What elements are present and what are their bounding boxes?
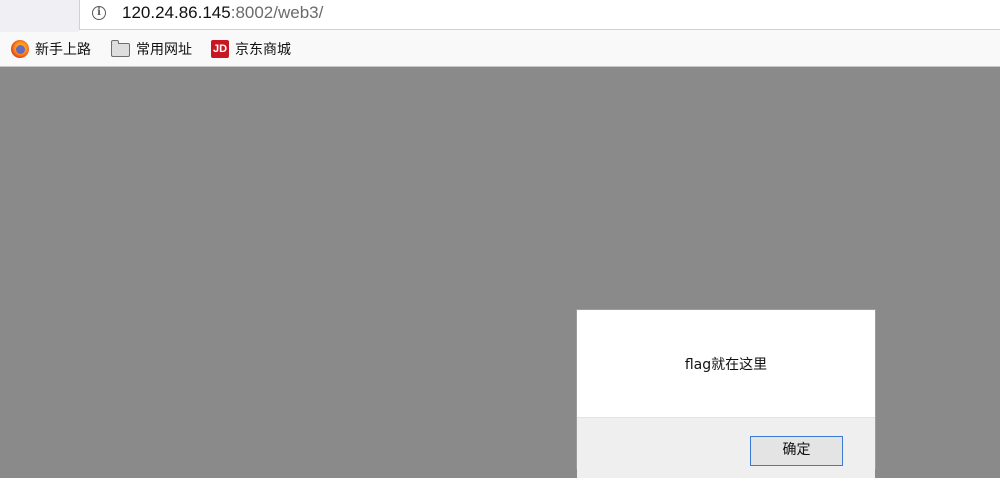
bookmark-common-sites[interactable]: 常用网址 (111, 39, 192, 59)
alert-message: flag就在这里 (684, 357, 768, 373)
url-path: :8002/web3/ (230, 3, 324, 22)
url-host: 120.24.86.145 (122, 3, 231, 22)
folder-icon (111, 40, 130, 57)
bookmark-jd-mall[interactable]: JD 京东商城 (211, 39, 291, 59)
ok-button[interactable]: 确定 (750, 436, 843, 466)
browser-chrome: i 120.24.86.145:8002/web3/ 新手上路 常用网址 JD … (0, 0, 1000, 67)
bookmark-label: 常用网址 (136, 42, 192, 58)
alert-dialog: flag就在这里 确定 (576, 309, 876, 478)
url-text[interactable]: 120.24.86.145:8002/web3/ (122, 3, 323, 23)
jd-icon: JD (211, 40, 229, 58)
bookmarks-toolbar: 新手上路 常用网址 JD 京东商城 (0, 36, 1000, 64)
alert-footer: 确定 (577, 417, 875, 478)
info-icon[interactable]: i (92, 6, 106, 20)
address-bar[interactable]: i 120.24.86.145:8002/web3/ (79, 0, 1000, 30)
firefox-icon (11, 40, 29, 58)
bookmark-label: 京东商城 (235, 42, 291, 58)
toolbar-left-strip (0, 0, 79, 32)
bookmark-getting-started[interactable]: 新手上路 (11, 39, 91, 59)
bookmark-label: 新手上路 (35, 42, 91, 58)
